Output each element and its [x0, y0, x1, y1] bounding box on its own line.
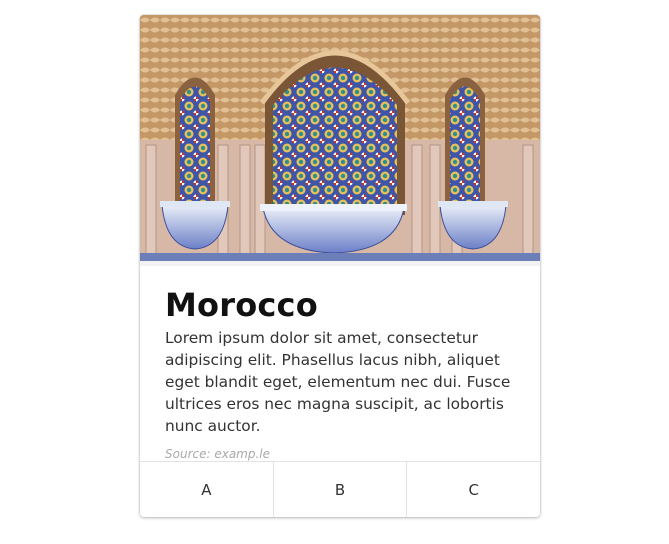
button-b[interactable]: B — [274, 462, 408, 517]
card-content: Morocco Lorem ipsum dolor sit amet, cons… — [165, 285, 520, 461]
card-description: Lorem ipsum dolor sit amet, consectetur … — [165, 329, 511, 435]
card-actions: A B C — [140, 461, 540, 517]
button-a[interactable]: A — [140, 462, 274, 517]
card-source: Source: examp.le — [165, 447, 271, 461]
card-image — [140, 15, 540, 266]
mosaic-fountain-image — [140, 15, 540, 266]
button-c[interactable]: C — [407, 462, 540, 517]
card: Morocco Lorem ipsum dolor sit amet, cons… — [140, 15, 540, 517]
card-title: Morocco — [165, 286, 318, 324]
